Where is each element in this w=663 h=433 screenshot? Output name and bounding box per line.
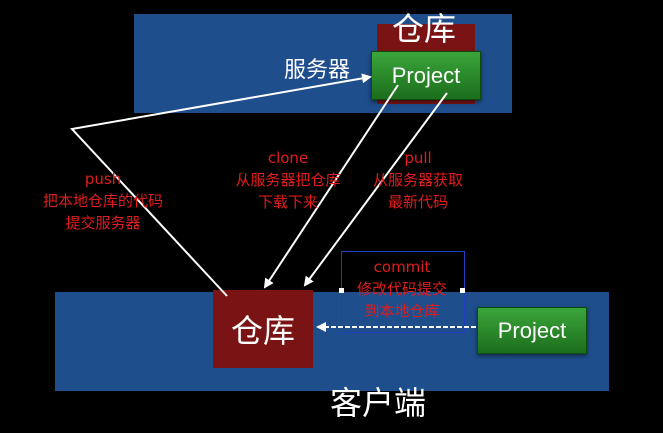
pull-line1: 从服务器获取 bbox=[372, 171, 463, 189]
commit-line1: 修改代码提交 bbox=[356, 280, 447, 298]
clone-line1: 从服务器把仓库 bbox=[235, 171, 341, 189]
pull-title: pull bbox=[404, 149, 432, 167]
push-line1: 把本地仓库的代码 bbox=[42, 192, 163, 210]
commit-title: commit bbox=[373, 258, 431, 276]
push-line2: 提交服务器 bbox=[65, 214, 141, 232]
commit-annotation: commit 修改代码提交 到本地仓库 bbox=[341, 256, 463, 322]
push-title: push bbox=[84, 170, 122, 188]
clone-line2: 下载下来 bbox=[257, 193, 318, 211]
pull-line2: 最新代码 bbox=[387, 193, 448, 211]
commit-line2: 到本地仓库 bbox=[364, 302, 440, 320]
push-annotation: push 把本地仓库的代码 提交服务器 bbox=[28, 168, 178, 234]
clone-annotation: clone 从服务器把仓库 下载下来 bbox=[220, 147, 356, 213]
pull-annotation: pull 从服务器获取 最新代码 bbox=[356, 147, 480, 213]
clone-title: clone bbox=[267, 149, 309, 167]
